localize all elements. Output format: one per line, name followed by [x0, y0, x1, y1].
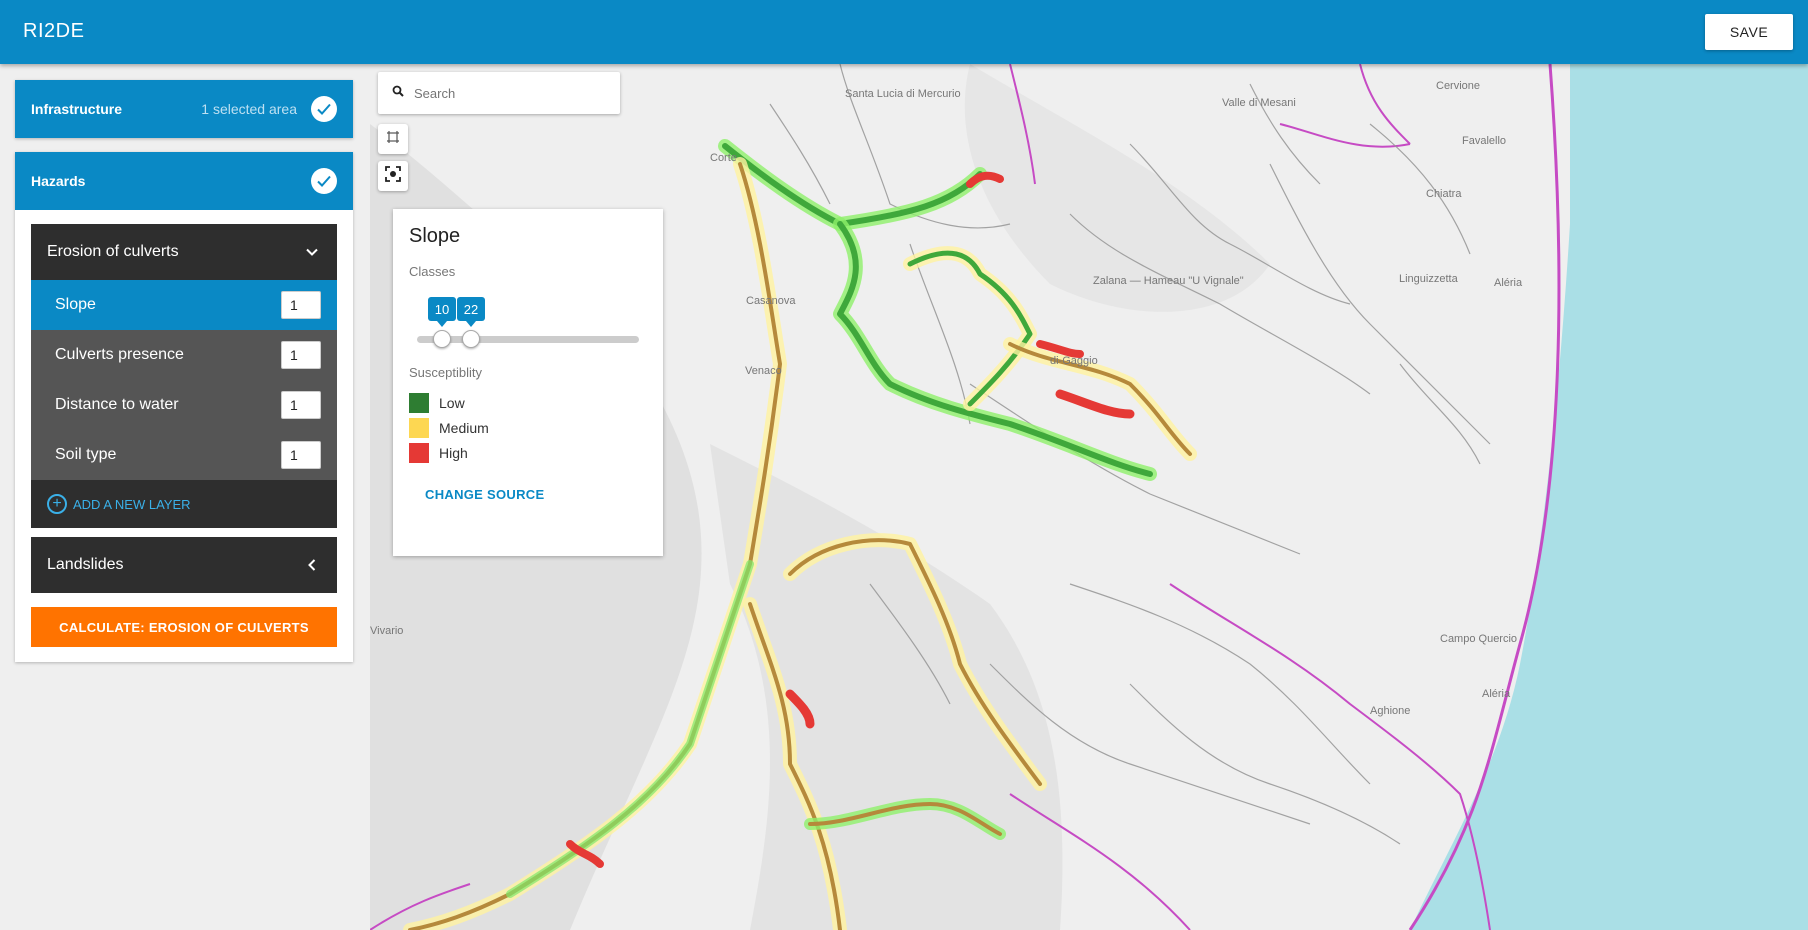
layer-label: Slope: [55, 296, 96, 313]
hazards-title: Hazards: [31, 173, 86, 189]
center-focus-icon: [385, 165, 401, 187]
infrastructure-status: 1 selected area: [201, 101, 297, 117]
search-input[interactable]: [414, 85, 604, 101]
infrastructure-header[interactable]: Infrastructure 1 selected area: [15, 80, 353, 138]
place-label: Valle di Mesani: [1222, 97, 1296, 109]
draw-rectangle-tool[interactable]: [378, 124, 408, 154]
legend-label: High: [439, 444, 468, 461]
check-circle-icon: [311, 168, 337, 194]
layer-row-culverts-presence[interactable]: Culverts presence: [31, 330, 337, 380]
layer-row-distance-to-water[interactable]: Distance to water: [31, 380, 337, 430]
place-label: Casanova: [746, 295, 796, 307]
slider-thumb-low[interactable]: [433, 330, 451, 348]
legend-item-high: High: [409, 440, 647, 465]
place-label: Favalello: [1462, 135, 1506, 147]
place-label: Cervione: [1436, 80, 1480, 92]
slope-legend-card: Slope Classes 10 22 Susceptiblity Low Me…: [393, 209, 663, 556]
chevron-down-icon[interactable]: [303, 243, 321, 261]
crop-icon: [386, 130, 400, 149]
layer-weight-input[interactable]: [281, 291, 321, 319]
place-label: Linguizzetta: [1399, 273, 1459, 285]
layer-weight-input[interactable]: [281, 341, 321, 369]
place-label: Aléria: [1494, 277, 1523, 289]
erosion-header[interactable]: Erosion of culverts: [31, 224, 337, 280]
save-button[interactable]: SAVE: [1705, 14, 1793, 50]
legend-swatch: [409, 392, 429, 413]
landslides-title: Landslides: [47, 556, 124, 573]
legend-item-low: Low: [409, 390, 647, 415]
app-title: RI2DE: [23, 20, 85, 42]
place-label: Corte: [710, 152, 737, 164]
layer-row-soil-type[interactable]: Soil type: [31, 430, 337, 480]
change-source-button[interactable]: CHANGE SOURCE: [425, 487, 647, 502]
place-label: Aléria: [1482, 688, 1511, 700]
slider-low-value: 10: [428, 297, 456, 327]
map-search[interactable]: [378, 72, 620, 114]
legend-item-medium: Medium: [409, 415, 647, 440]
sidebar: Infrastructure 1 selected area Hazards E…: [0, 64, 370, 930]
susceptibility-label: Susceptiblity: [409, 365, 482, 380]
place-label: Venaco: [745, 365, 782, 377]
infrastructure-title: Infrastructure: [31, 101, 123, 117]
layer-label: Culverts presence: [55, 346, 184, 363]
legend-title: Slope: [409, 225, 461, 247]
map-view[interactable]: Santa Lucia di Mercurio Valle di Mesani …: [370, 64, 1808, 930]
layer-label: Distance to water: [55, 396, 179, 413]
slider-high-value: 22: [457, 297, 485, 327]
place-label: Zalana — Hameau "U Vignale": [1093, 275, 1244, 287]
layer-row-slope[interactable]: Slope: [31, 280, 337, 330]
calculate-button[interactable]: CALCULATE: EROSION OF CULVERTS: [31, 607, 337, 647]
plus-circle-icon: +: [47, 494, 67, 514]
place-label: Chiatra: [1426, 188, 1462, 200]
place-label: di-Gaggio: [1050, 355, 1098, 367]
add-layer-button[interactable]: + ADD A NEW LAYER: [31, 480, 337, 528]
erosion-title: Erosion of culverts: [47, 243, 179, 260]
slider-thumb-high[interactable]: [462, 330, 480, 348]
focus-tool[interactable]: [378, 161, 408, 191]
landslides-group[interactable]: Landslides: [31, 537, 337, 593]
erosion-group: Erosion of culverts Slope Culverts prese…: [31, 224, 337, 528]
landslides-header[interactable]: Landslides: [31, 537, 337, 593]
layer-weight-input[interactable]: [281, 441, 321, 469]
legend-label: Medium: [439, 419, 489, 436]
place-label: Santa Lucia di Mercurio: [845, 88, 961, 100]
hazards-panel: Hazards Erosion of culverts Slope Culver…: [15, 152, 353, 662]
place-label: Aghione: [1370, 705, 1410, 717]
layer-weight-input[interactable]: [281, 391, 321, 419]
legend-swatch: [409, 417, 429, 438]
classes-slider[interactable]: 10 22: [409, 289, 647, 361]
check-circle-icon: [311, 96, 337, 122]
search-icon: [392, 84, 404, 102]
legend-swatch: [409, 442, 429, 463]
chevron-left-icon[interactable]: [303, 556, 321, 574]
legend-label: Low: [439, 394, 465, 411]
place-label: Campo Quercio: [1440, 633, 1517, 645]
app-bar: RI2DE SAVE: [0, 0, 1808, 64]
layer-label: Soil type: [55, 446, 117, 463]
add-layer-label: ADD A NEW LAYER: [73, 496, 191, 512]
classes-label: Classes: [409, 264, 456, 279]
infrastructure-panel[interactable]: Infrastructure 1 selected area: [15, 80, 353, 138]
hazards-header[interactable]: Hazards: [15, 152, 353, 210]
place-label: Vivario: [370, 625, 403, 637]
